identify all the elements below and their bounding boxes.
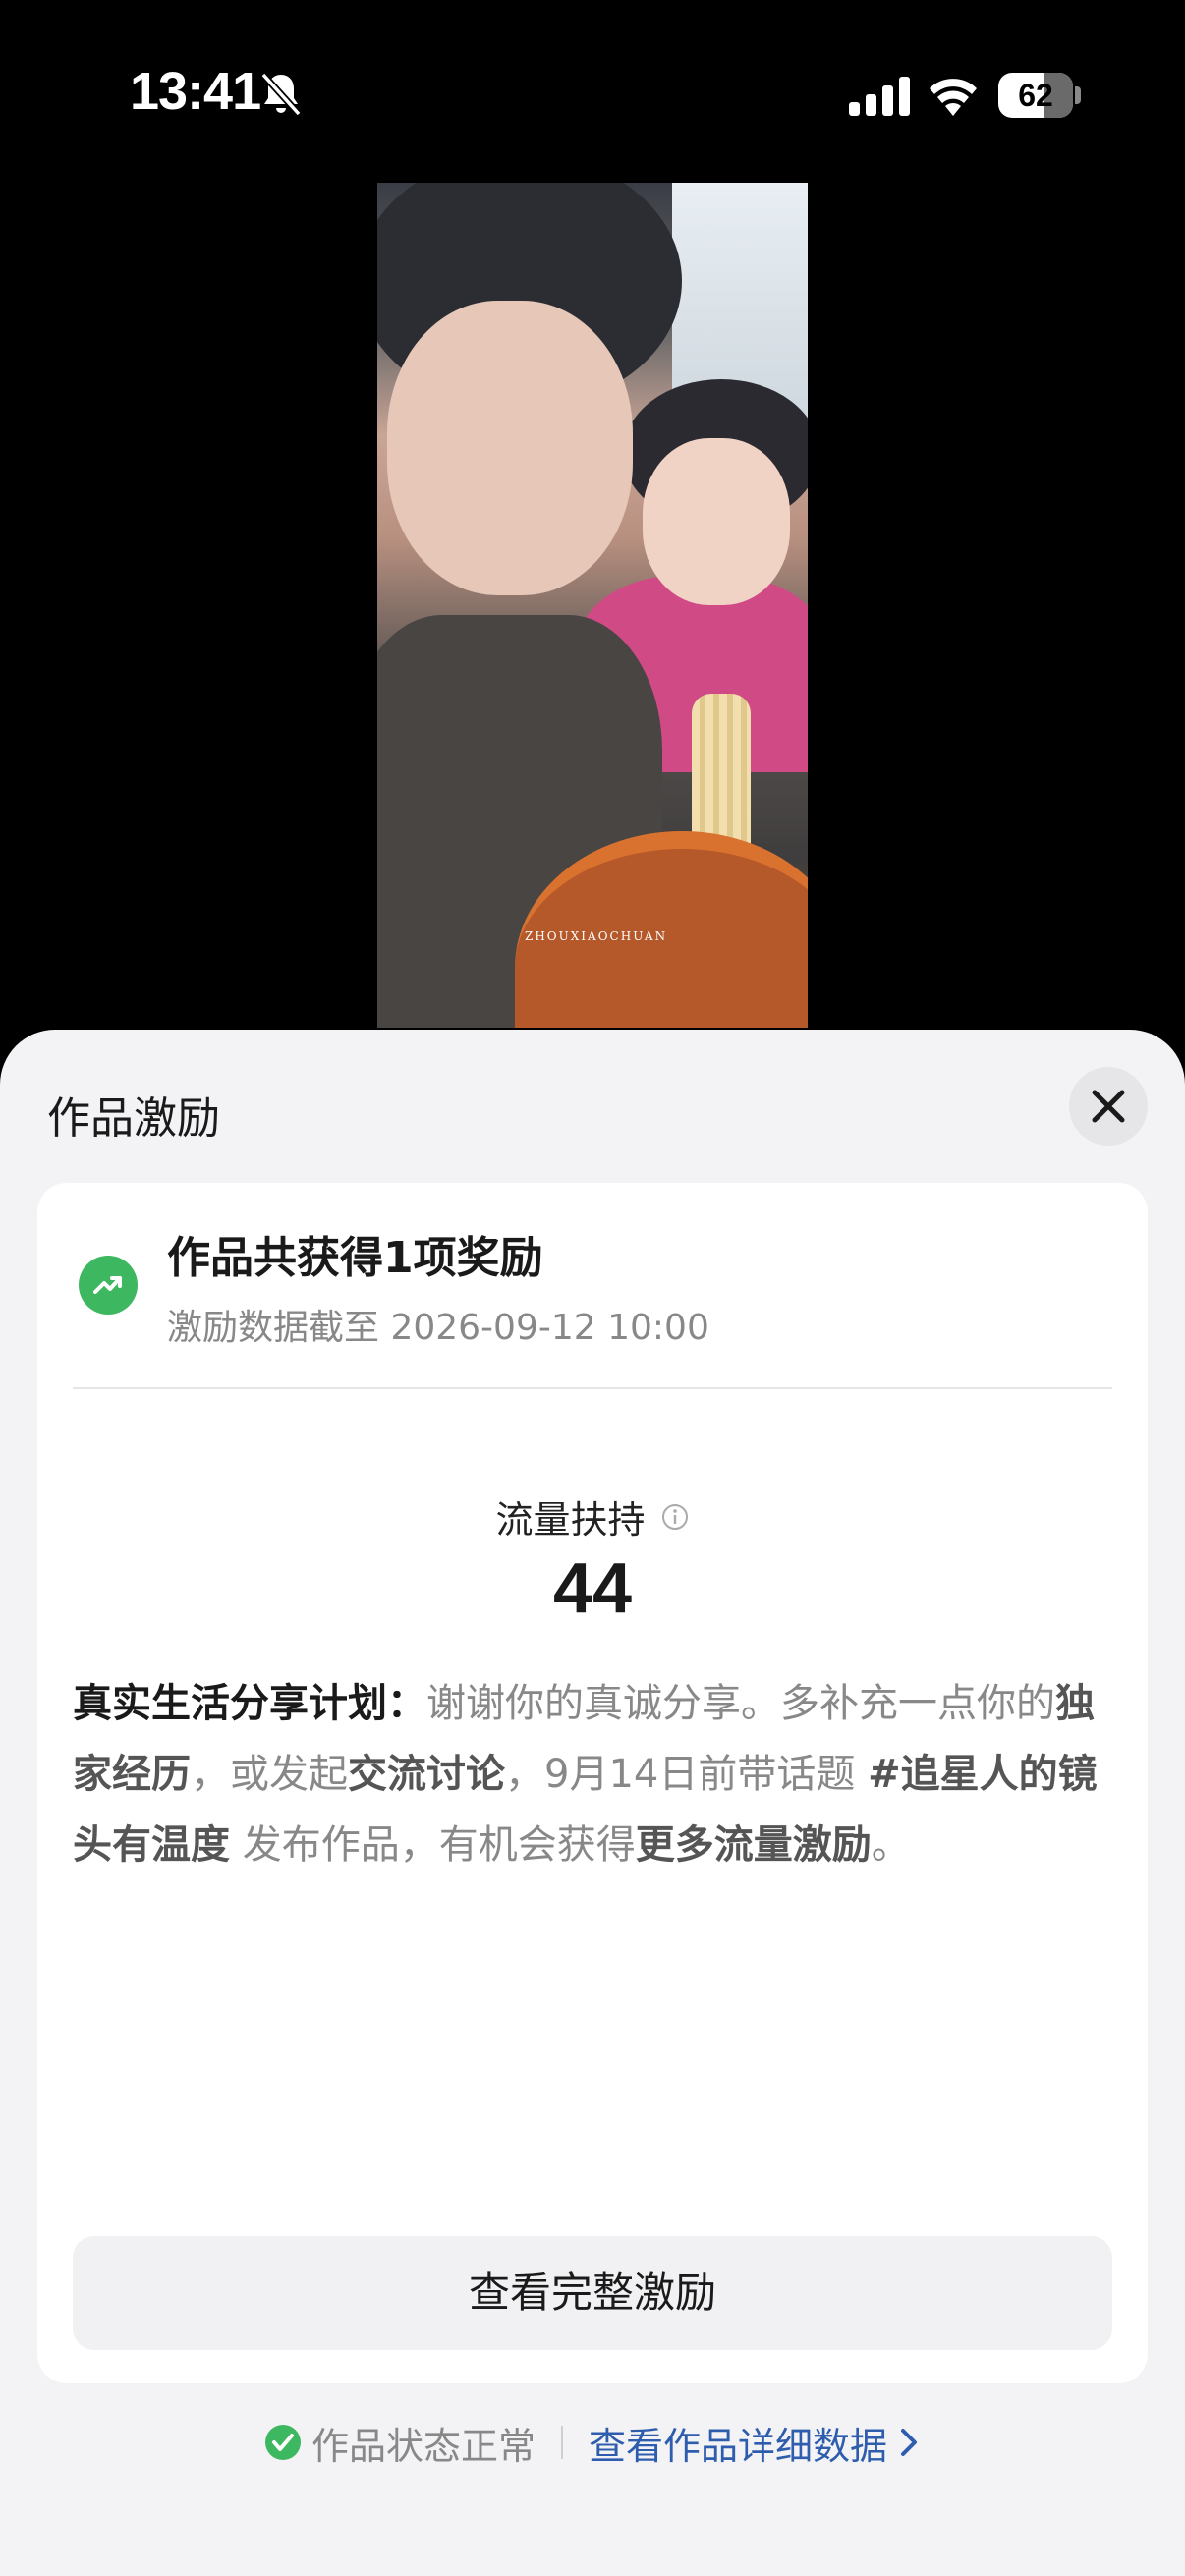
reward-card: 作品共获得1项奖励 激励数据截至 2026-09-12 10:00 流量扶持 4… [37, 1183, 1148, 2383]
footer: 作品状态正常 查看作品详细数据 [0, 2407, 1185, 2478]
plan-highlight: 更多流量激励 [635, 1822, 872, 1868]
plan-text-part: ，或发起 [191, 1752, 348, 1797]
incentive-sheet: 作品激励 作品共获得1项奖励 激励数据截至 2026-09-12 10:00 流… [0, 1030, 1185, 2576]
info-icon[interactable] [660, 1502, 690, 1532]
trend-up-icon [79, 1256, 138, 1315]
wifi-icon [930, 79, 977, 116]
plan-text-part: ，9月14日前带话题 [505, 1752, 869, 1797]
status-time: 13:41 [130, 62, 261, 121]
sheet-title: 作品激励 [47, 1093, 220, 1144]
metric-label: 流量扶持 [495, 1498, 646, 1541]
plan-description: 真实生活分享计划：谢谢你的真诚分享。多补充一点你的独家经历，或发起交流讨论，9月… [73, 1668, 1114, 1880]
close-icon [1092, 1090, 1125, 1123]
bell-slash-icon [260, 72, 302, 117]
chevron-right-icon[interactable] [897, 2426, 921, 2459]
view-full-incentive-button[interactable]: 查看完整激励 [73, 2236, 1112, 2350]
video-watermark: ZHOUXIAOCHUAN [525, 929, 668, 943]
video-preview[interactable]: ZHOUXIAOCHUAN [377, 183, 808, 1028]
close-button[interactable] [1069, 1067, 1148, 1146]
plan-text-part: 谢谢你的真诚分享。多补充一点你的 [426, 1681, 1055, 1726]
signal-icon [849, 77, 910, 116]
battery-level-text: 62 [1018, 78, 1053, 113]
battery-icon: 62 [998, 73, 1081, 118]
plan-highlight: 交流讨论 [348, 1752, 505, 1797]
plan-name: 真实生活分享计划： [73, 1681, 426, 1726]
separator [561, 2426, 563, 2459]
check-circle-icon [264, 2425, 301, 2460]
plan-text-part: 发布作品，有机会获得 [230, 1822, 636, 1868]
reward-data-timestamp: 激励数据截至 2026-09-12 10:00 [167, 1308, 709, 1348]
divider [73, 1387, 1112, 1389]
view-detailed-data-link[interactable]: 查看作品详细数据 [589, 2416, 887, 2470]
plan-text-part: 。 [871, 1822, 911, 1868]
work-status-text: 作品状态正常 [310, 2424, 536, 2468]
status-bar: 13:41 62 [0, 0, 1185, 177]
reward-title: 作品共获得1项奖励 [167, 1233, 543, 1283]
metric-value: 44 [552, 1549, 633, 1628]
metric-header: 流量扶持 [37, 1489, 1148, 1543]
